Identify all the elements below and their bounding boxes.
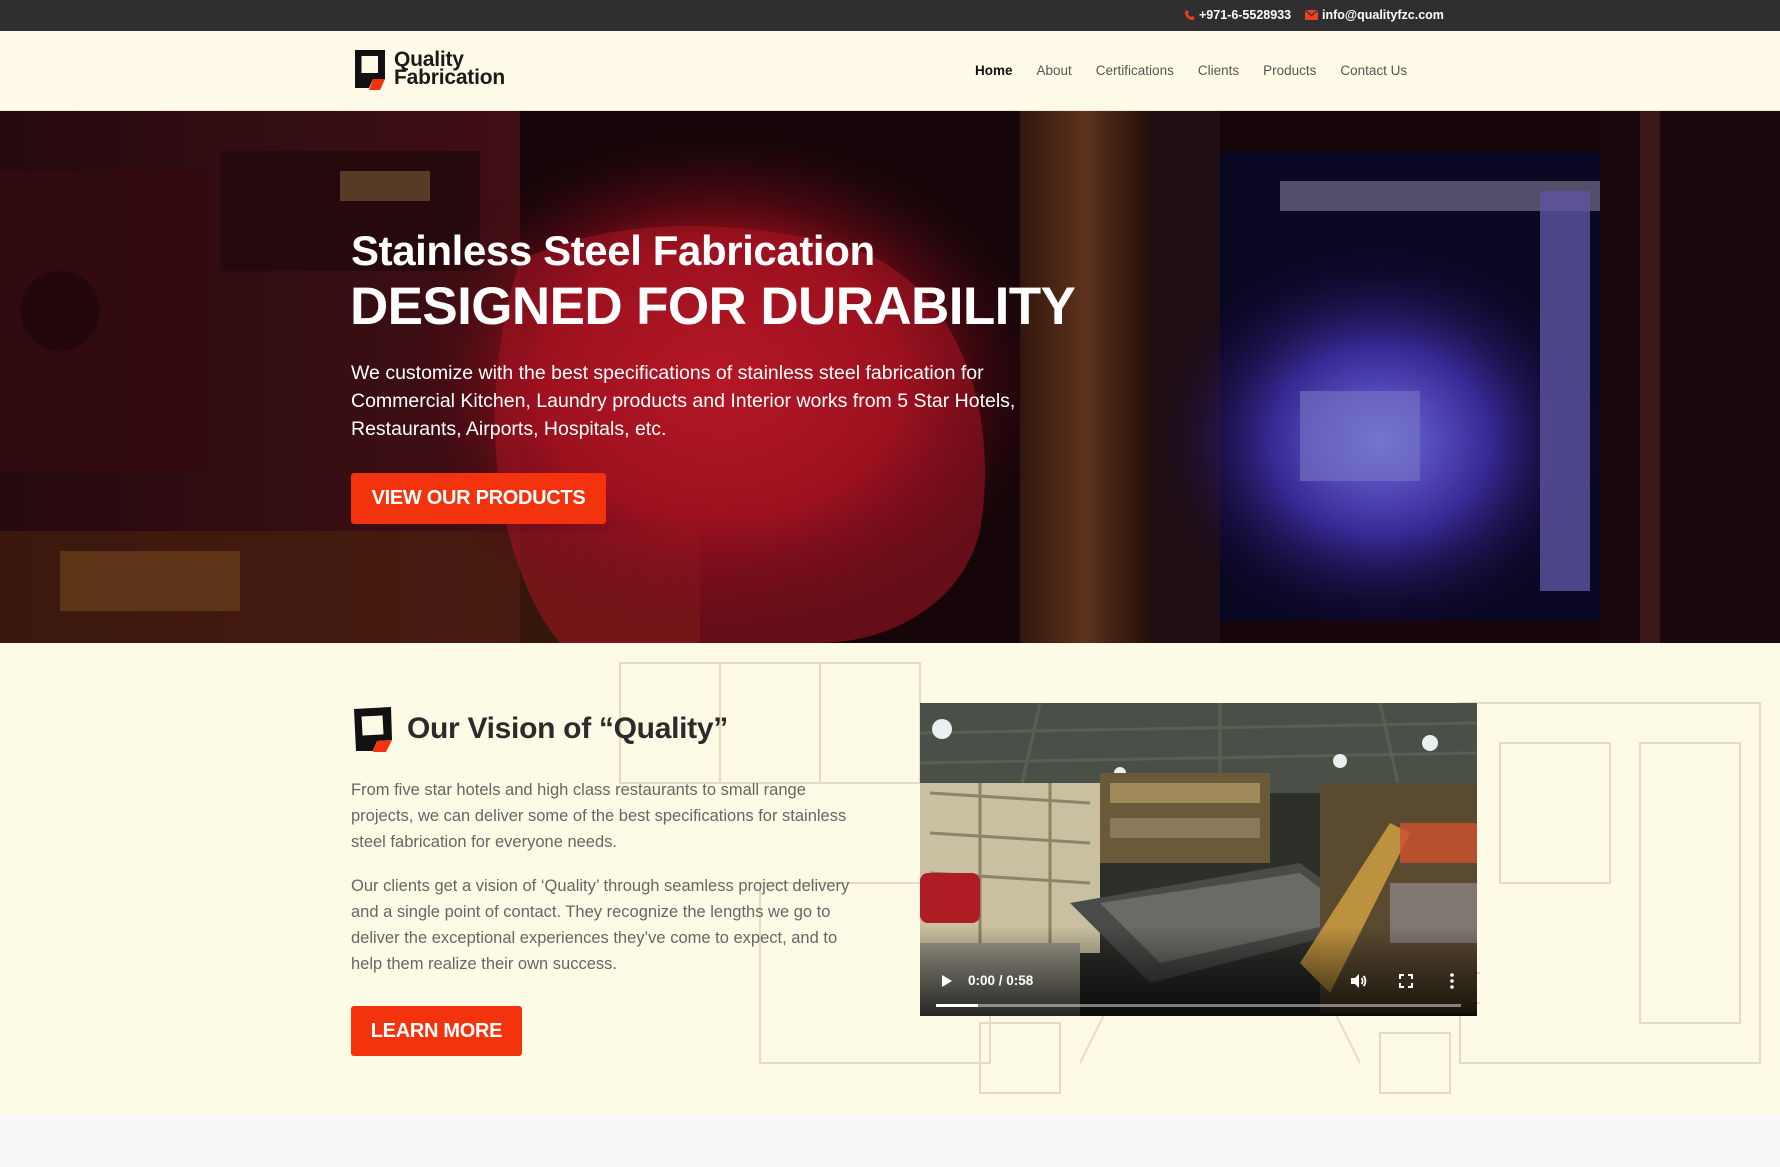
fullscreen-icon[interactable] [1396,971,1416,991]
video-controls: 0:00 / 0:58 [920,946,1477,1016]
email-address[interactable]: info@qualityfzc.com [1322,8,1444,22]
video-progress-bar[interactable] [936,1004,1461,1007]
video-time: 0:00 / 0:58 [968,973,1034,988]
logo-text: Quality Fabrication [394,49,505,89]
site-logo[interactable]: Quality Fabrication [352,47,505,91]
phone-contact[interactable]: +971-6-5528933 [1184,8,1291,22]
hero-title: Stainless Steel Fabrication [351,227,875,274]
email-contact[interactable]: info@qualityfzc.com [1305,8,1444,22]
nav-contact-us[interactable]: Contact Us [1340,63,1407,78]
view-products-button[interactable]: VIEW OUR PRODUCTS [351,473,606,524]
kitchen-sketch-background [619,662,1761,1094]
play-icon[interactable] [936,971,956,991]
vision-title: Our Vision of “Quality” [407,712,728,745]
nav-clients[interactable]: Clients [1198,63,1239,78]
logo-line-fabrication: Fabrication [394,66,505,89]
vision-heading: Our Vision of “Quality” [351,705,728,753]
nav-certifications[interactable]: Certifications [1096,63,1174,78]
main-nav: Home About Certifications Clients Produc… [975,63,1431,78]
hero-subtitle: DESIGNED FOR DURABILITY [350,277,1076,336]
site-header: Quality Fabrication Home About Certifica… [0,31,1780,111]
more-options-icon[interactable] [1444,971,1460,991]
nav-home[interactable]: Home [975,63,1013,78]
video-progress-fill [936,1004,978,1007]
volume-icon[interactable] [1348,971,1368,991]
video-player[interactable]: 0:00 / 0:58 [920,703,1477,1016]
top-bar: +971-6-5528933 info@qualityfzc.com [0,0,1780,31]
hero-description: We customize with the best specification… [351,362,1016,440]
next-section-strip [0,1115,1780,1167]
nav-about[interactable]: About [1037,63,1072,78]
vision-section: Our Vision of “Quality” From five star h… [0,643,1780,1115]
nav-products[interactable]: Products [1263,63,1316,78]
learn-more-button[interactable]: LEARN MORE [351,1006,522,1056]
logo-mark-icon [355,50,385,90]
envelope-icon [1305,10,1318,20]
logo-mark-icon [354,707,392,752]
phone-number[interactable]: +971-6-5528933 [1199,8,1291,22]
hero-section: Stainless Steel Fabrication DESIGNED FOR… [0,111,1780,643]
vision-paragraph-1: From five star hotels and high class res… [351,781,847,851]
phone-icon [1184,9,1195,20]
vision-paragraph-2: Our clients get a vision of ‘Quality’ th… [351,877,850,973]
